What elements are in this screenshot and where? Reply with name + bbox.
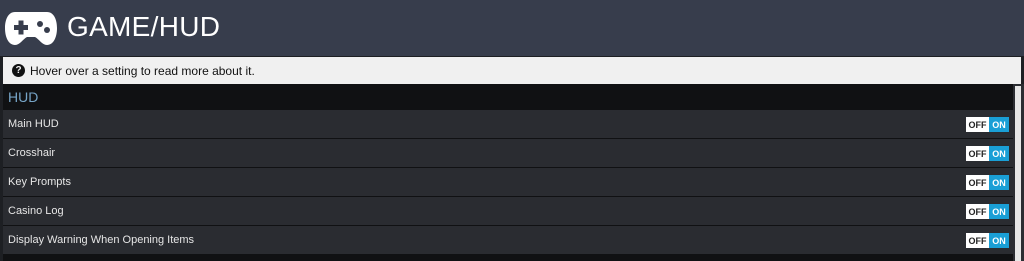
- display-warning-toggle[interactable]: OFF ON: [966, 233, 1009, 248]
- toggle-on-option[interactable]: ON: [989, 175, 1009, 190]
- section-title: HUD: [8, 89, 39, 105]
- setting-label: Display Warning When Opening Items: [8, 234, 195, 246]
- setting-row-crosshair[interactable]: Crosshair OFF ON: [3, 139, 1013, 167]
- toggle-off-option[interactable]: OFF: [966, 175, 989, 190]
- gamepad-icon: [5, 12, 57, 45]
- hint-bar: ? Hover over a setting to read more abou…: [3, 57, 1021, 84]
- crosshair-toggle[interactable]: OFF ON: [966, 146, 1009, 161]
- scrollbar-thumb[interactable]: [1015, 86, 1021, 261]
- toggle-on-option[interactable]: ON: [989, 117, 1009, 132]
- main-hud-toggle[interactable]: OFF ON: [966, 117, 1009, 132]
- key-prompts-toggle[interactable]: OFF ON: [966, 175, 1009, 190]
- setting-label: Main HUD: [8, 118, 59, 130]
- setting-row-display-warning[interactable]: Display Warning When Opening Items OFF O…: [3, 226, 1013, 254]
- setting-row-casino-log[interactable]: Casino Log OFF ON: [3, 197, 1013, 225]
- toggle-on-option[interactable]: ON: [989, 146, 1009, 161]
- setting-row-main-hud[interactable]: Main HUD OFF ON: [3, 110, 1013, 138]
- setting-row-key-prompts[interactable]: Key Prompts OFF ON: [3, 168, 1013, 196]
- toggle-on-option[interactable]: ON: [989, 204, 1009, 219]
- section-header: HUD: [3, 84, 1013, 109]
- casino-log-toggle[interactable]: OFF ON: [966, 204, 1009, 219]
- setting-label: Casino Log: [8, 205, 64, 217]
- toggle-off-option[interactable]: OFF: [966, 146, 989, 161]
- toggle-on-option[interactable]: ON: [989, 233, 1009, 248]
- settings-panel: HUD Main HUD OFF ON Crosshair OFF ON Key…: [3, 84, 1013, 261]
- page-title: GAME/HUD: [67, 11, 221, 42]
- toggle-off-option[interactable]: OFF: [966, 117, 989, 132]
- question-circle-icon: ?: [12, 64, 25, 77]
- setting-label: Crosshair: [8, 147, 56, 159]
- setting-label: Key Prompts: [8, 176, 71, 188]
- hint-text: Hover over a setting to read more about …: [30, 63, 255, 78]
- toggle-off-option[interactable]: OFF: [966, 233, 989, 248]
- page-header: GAME/HUD: [0, 0, 1024, 56]
- toggle-off-option[interactable]: OFF: [966, 204, 989, 219]
